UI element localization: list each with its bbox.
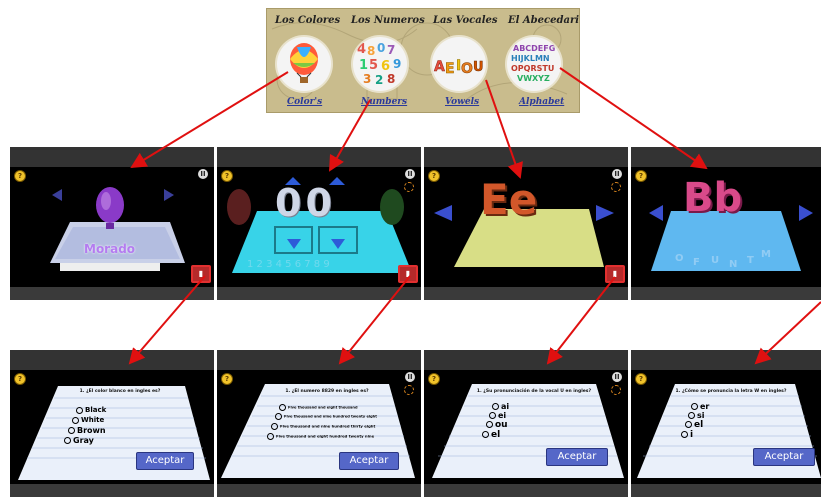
svg-text:0: 0 <box>377 41 385 55</box>
next-arrow <box>596 205 614 221</box>
top-bar <box>217 147 421 167</box>
top-bar <box>631 350 821 370</box>
scene-colors-panel: ? II Morado ▮ <box>10 147 214 300</box>
top-bar <box>217 350 421 370</box>
scene-word: Morado <box>84 242 136 256</box>
quiz-option[interactable]: ou <box>486 420 508 430</box>
svg-text:VWXYZ: VWXYZ <box>517 74 550 83</box>
svg-text:O: O <box>675 253 684 264</box>
svg-text:9: 9 <box>393 57 401 71</box>
scene-vowels-panel: ? II Ee ▮ <box>424 147 628 300</box>
quiz-option[interactable]: ai <box>492 402 509 411</box>
quiz-option[interactable]: Black <box>76 406 106 414</box>
scene-word: Ee <box>480 175 538 224</box>
vowels-icon[interactable]: A E I O U <box>432 37 486 91</box>
scene-numbers-panel: ? II 1 2 3 4 5 6 7 8 9 00 ▮ <box>217 147 421 300</box>
quiz-question: 1. ¿Su pronunciación de la vocal U en in… <box>476 389 592 394</box>
book-icon[interactable]: ▮ <box>191 265 211 283</box>
quiz-option[interactable]: el <box>482 430 500 440</box>
quiz-question: 1. ¿El color blanco en ingles es? <box>79 389 161 394</box>
menu-title-vowels: Las Vocales <box>433 15 498 26</box>
quiz-colors-panel: ? 1. ¿El color blanco en ingles es? Blac… <box>10 350 214 497</box>
top-bar <box>10 350 214 370</box>
book-icon[interactable]: ▮ <box>605 265 625 283</box>
svg-text:OPQRSTU: OPQRSTU <box>511 64 554 73</box>
quiz-option[interactable]: White <box>72 416 104 424</box>
bottom-bar <box>217 287 421 300</box>
svg-text:F: F <box>693 257 700 268</box>
quiz-option[interactable]: Brown <box>68 426 106 435</box>
book-icon[interactable]: ▮ <box>398 265 418 283</box>
top-bar <box>10 147 214 167</box>
svg-text:N: N <box>729 259 737 270</box>
menu-link-numbers[interactable]: Numbers <box>361 97 407 107</box>
menu-link-vowels[interactable]: Vowels <box>445 97 479 107</box>
accept-button[interactable]: Aceptar <box>339 452 399 470</box>
quiz-option[interactable]: Five thousand and nine hundred twenty ei… <box>275 413 377 420</box>
svg-text:M: M <box>761 249 771 260</box>
bottom-bar <box>631 484 821 497</box>
bottom-bar <box>424 287 628 300</box>
menu-title-alphabet: El Abecedario <box>508 15 580 26</box>
next-arrow <box>799 205 813 221</box>
quiz-option[interactable]: i <box>681 430 693 440</box>
svg-text:3: 3 <box>363 72 371 86</box>
svg-text:1 2 3 4 5 6 7 8 9: 1 2 3 4 5 6 7 8 9 <box>247 259 330 270</box>
numbers-icon[interactable]: 4 8 0 7 1 5 6 9 3 2 8 <box>353 37 407 91</box>
svg-text:1: 1 <box>359 58 368 73</box>
menu-link-alphabet[interactable]: Alphabet <box>519 97 564 107</box>
menu-title-numbers: Los Numeros <box>351 15 425 26</box>
menu-title-colors: Los Colores <box>275 15 341 26</box>
quiz-vowels-panel: ? II 1. ¿Su pronunciación de la vocal U … <box>424 350 628 497</box>
bottom-bar <box>631 287 821 300</box>
bottom-bar <box>424 484 628 497</box>
quiz-numbers-panel: ? II 1. ¿El numero 8829 en ingles es? Fi… <box>217 350 421 497</box>
top-bar <box>631 147 821 167</box>
svg-text:7: 7 <box>387 43 395 57</box>
svg-text:A: A <box>434 59 445 75</box>
svg-text:E: E <box>445 61 455 77</box>
svg-text:HIJKLMN: HIJKLMN <box>511 54 550 63</box>
quiz-option[interactable]: ei <box>489 411 506 420</box>
svg-text:8: 8 <box>387 72 395 86</box>
top-bar <box>424 147 628 167</box>
svg-text:5: 5 <box>369 58 378 73</box>
scene-number-display: 00 <box>275 181 336 225</box>
svg-text:ABCDEFG: ABCDEFG <box>513 44 555 53</box>
main-menu: Los Colores Los Numeros Las Vocales El A… <box>266 8 580 113</box>
svg-text:U: U <box>473 60 484 75</box>
accept-button[interactable]: Aceptar <box>136 452 194 470</box>
scene-word: Bb <box>683 175 743 221</box>
quiz-option[interactable]: el <box>685 420 703 430</box>
svg-text:U: U <box>711 255 719 266</box>
svg-text:2: 2 <box>375 73 383 87</box>
accept-button[interactable]: Aceptar <box>546 448 608 466</box>
menu-link-colors[interactable]: Color's <box>287 97 322 107</box>
colors-ar-scene <box>50 187 185 271</box>
prev-arrow <box>649 205 663 221</box>
quiz-question: 1. ¿Cómo se pronuncia la letra W en ingl… <box>675 389 787 394</box>
prev-arrow <box>52 189 62 201</box>
prev-arrow <box>434 205 452 221</box>
quiz-option[interactable]: Five thousand and eight thousand <box>279 404 358 411</box>
quiz-option[interactable]: Gray <box>64 436 94 445</box>
bottom-bar <box>10 287 214 300</box>
quiz-alphabet-panel: ? 1. ¿Cómo se pronuncia la letra W en in… <box>631 350 821 497</box>
bottom-bar <box>217 484 421 497</box>
quiz-option[interactable]: si <box>688 411 705 420</box>
quiz-question: 1. ¿El numero 8829 en ingles es? <box>285 389 369 394</box>
quiz-option[interactable]: Five thousand and eight hundred twenty n… <box>267 433 374 440</box>
hot-air-balloon-icon[interactable] <box>277 37 331 91</box>
bottom-bar <box>10 484 214 497</box>
scene-alphabet-panel: ? OFU NTM Bb <box>631 147 821 300</box>
accept-button[interactable]: Aceptar <box>753 448 815 466</box>
alphabet-icon[interactable]: ABCDEFG HIJKLMN OPQRSTU VWXYZ <box>507 37 561 91</box>
svg-text:T: T <box>747 255 754 266</box>
quiz-option[interactable]: Five thousand and nine hundred thirty ei… <box>271 423 375 430</box>
top-bar <box>424 350 628 370</box>
svg-text:O: O <box>461 61 473 77</box>
next-arrow <box>164 189 174 201</box>
svg-text:8: 8 <box>367 44 375 58</box>
quiz-option[interactable]: er <box>691 402 709 411</box>
